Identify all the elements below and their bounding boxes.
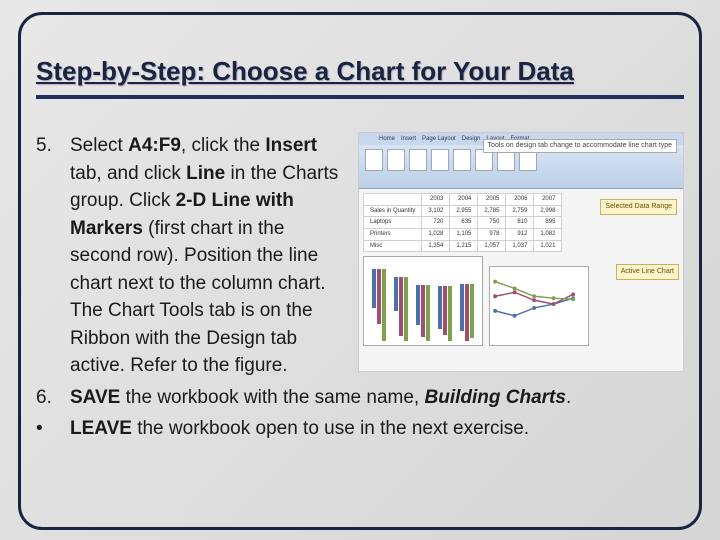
list-number: 6.	[36, 384, 70, 412]
list-item-5: 5. Select A4:F9, click the Insert tab, a…	[36, 132, 684, 380]
figure-ribbon: HomeInsertPage LayoutDesignLayoutFormat …	[359, 133, 683, 189]
list-bullet: •	[36, 415, 70, 443]
figure-label-active-chart: Active Line Chart	[616, 264, 679, 280]
list-item-bullet-text: LEAVE the workbook open to use in the ne…	[70, 415, 684, 443]
figure-callout-top: Tools on design tab change to accommodat…	[483, 139, 677, 153]
excel-screenshot-figure: HomeInsertPage LayoutDesignLayoutFormat …	[358, 132, 684, 372]
list-item-5-text: Select A4:F9, click the Insert tab, and …	[70, 132, 350, 380]
list-item-bullet: • LEAVE the workbook open to use in the …	[36, 415, 684, 443]
figure-column-chart	[363, 256, 483, 346]
page-title: Step-by-Step: Choose a Chart for Your Da…	[36, 56, 684, 99]
figure-data-table: 20032004200520062007Sales in Quantity3,1…	[363, 193, 562, 252]
list-item-6-text: SAVE the workbook with the same name, Bu…	[70, 384, 684, 412]
list-number: 5.	[36, 132, 70, 380]
list-item-6: 6. SAVE the workbook with the same name,…	[36, 384, 684, 412]
figure-label-selected-range: Selected Data Range	[600, 199, 677, 215]
figure-line-chart	[489, 266, 589, 346]
content-area: 5. Select A4:F9, click the Insert tab, a…	[36, 132, 684, 447]
